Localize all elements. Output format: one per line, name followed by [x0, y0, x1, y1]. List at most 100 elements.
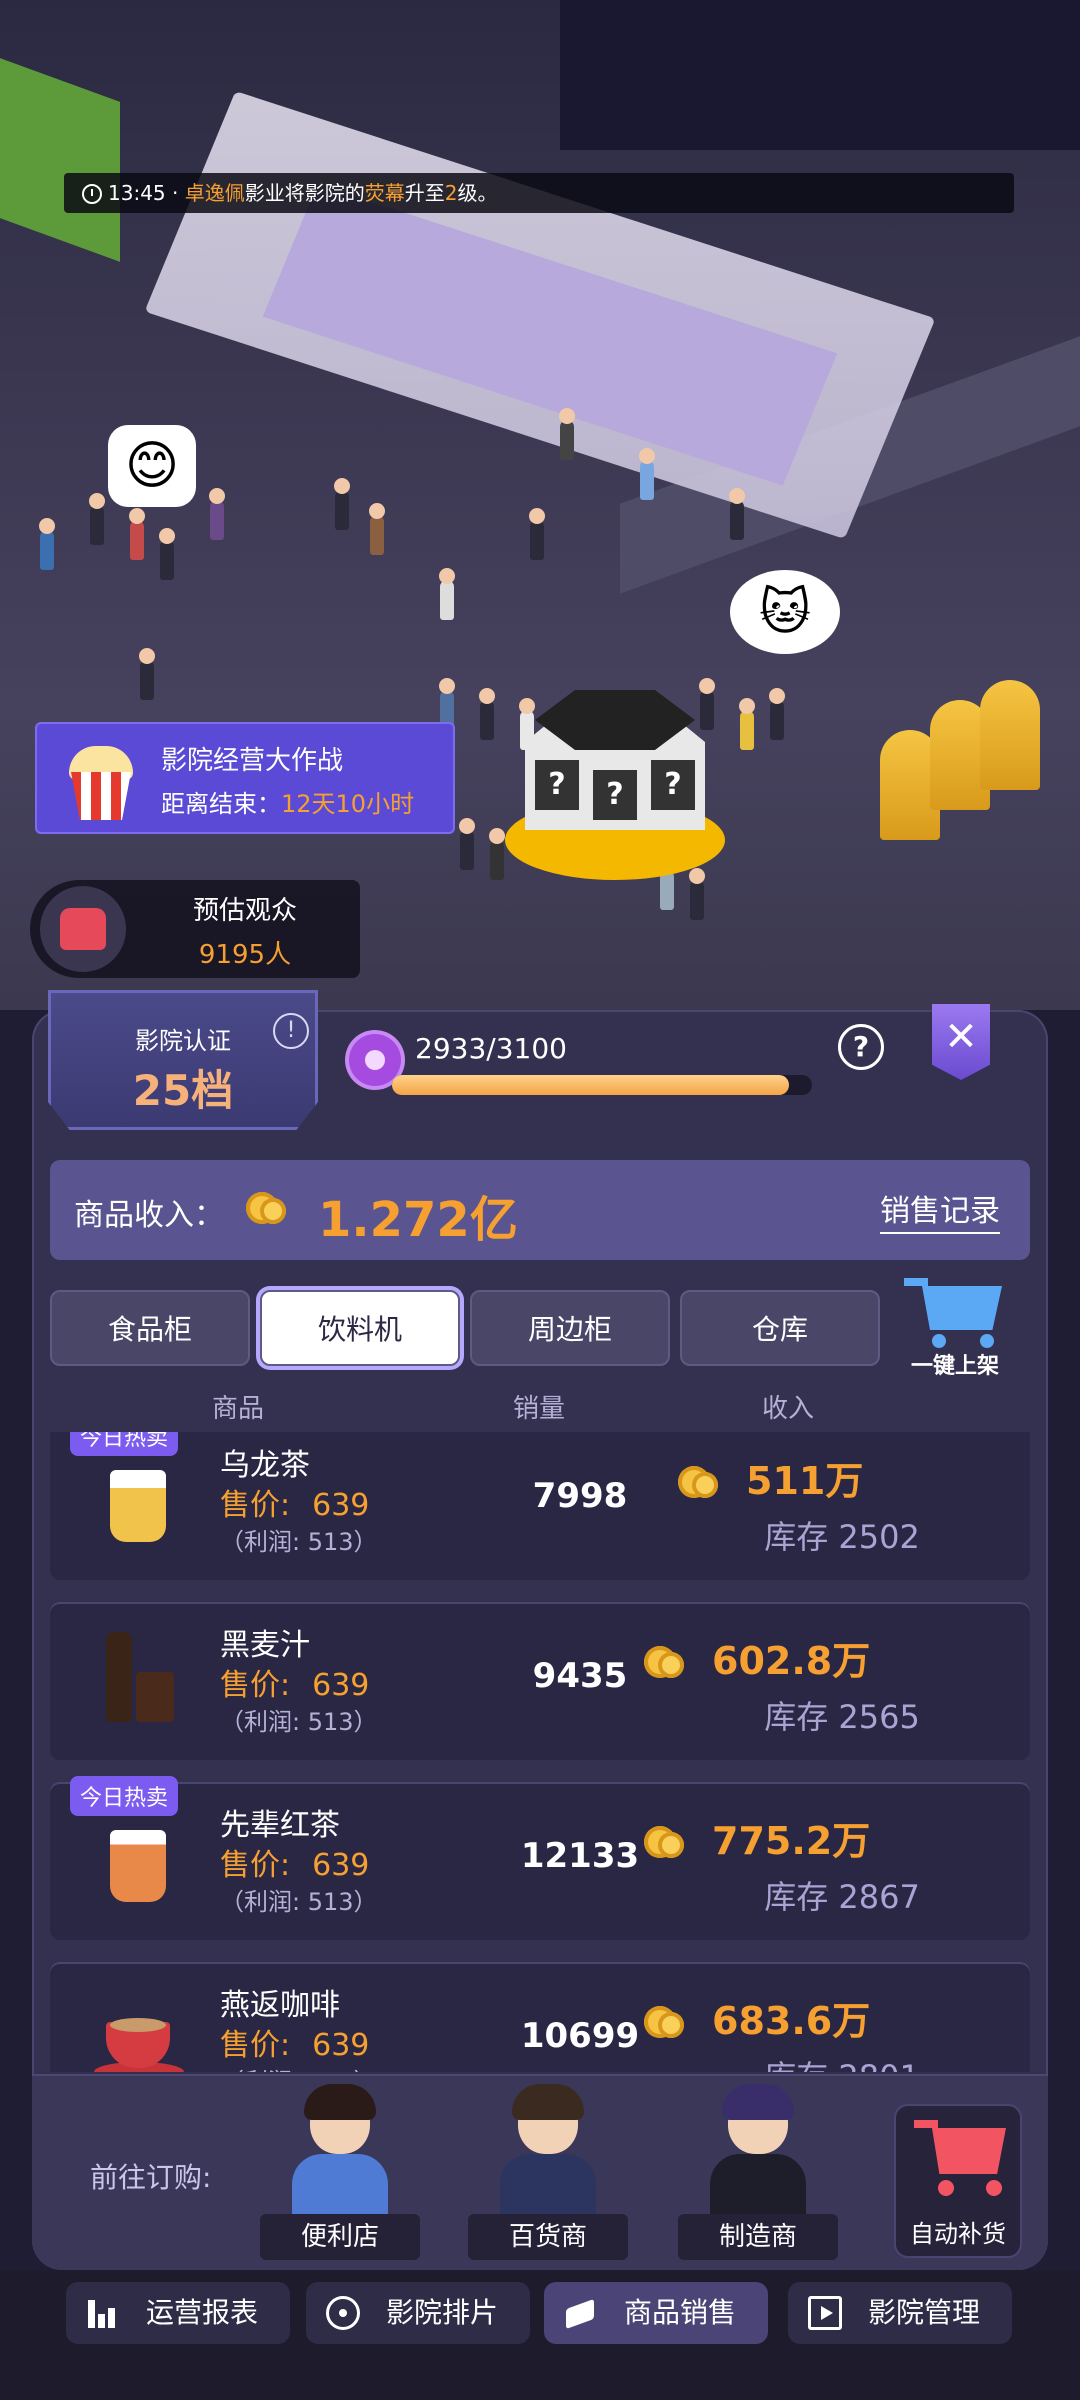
visitor[interactable] [459, 818, 475, 870]
oolong-tea-icon [88, 1452, 188, 1552]
event-card[interactable]: 影院经营大作战 距离结束：12天10小时 [35, 722, 455, 834]
goods-icon [564, 2296, 598, 2330]
product-price: 售价: 639 [220, 1480, 369, 1524]
tab-warehouse[interactable]: 仓库 [680, 1290, 880, 1366]
popcorn-icon [61, 740, 141, 820]
news-ticker: 13:45 · 卓逸佩影业将影院的荧幕升至2级。 [64, 173, 1014, 213]
hot-sale-badge: 今日热卖 [70, 1776, 179, 1816]
coin-icon [246, 1188, 302, 1234]
certification-badge[interactable]: 影院认证 25档 ! [48, 990, 318, 1130]
product-profit: （利润: 513） [220, 2062, 378, 2072]
clapper-icon [808, 2296, 842, 2330]
one-click-shelf-button[interactable]: 一键上架 [890, 1270, 1020, 1380]
tab-drink-machine[interactable]: 饮料机 [260, 1290, 460, 1366]
coffee-cup-icon [88, 1992, 188, 2072]
product-profit: （利润: 513） [220, 1528, 378, 1556]
hot-sale-badge: 今日热卖 [70, 1432, 179, 1456]
question-mark-icon: ? [535, 760, 579, 810]
visitor[interactable] [489, 828, 505, 880]
nav-cinema-schedule[interactable]: 影院排片 [306, 2282, 530, 2344]
visitor[interactable] [559, 408, 575, 460]
price-label: 售价: [220, 1488, 291, 1523]
scene-grass [0, 58, 120, 262]
price-label: 售价: [220, 1668, 291, 1703]
countdown-value: 12天10小时 [281, 790, 415, 818]
nav-operations-report[interactable]: 运营报表 [66, 2282, 290, 2344]
manufacturer-button[interactable]: 制造商 [678, 2084, 838, 2260]
column-header-income: 收入 [762, 1394, 815, 1424]
visitor[interactable] [639, 448, 655, 500]
coin-icon [678, 1462, 738, 1508]
nav-cinema-management[interactable]: 影院管理 [788, 2282, 1012, 2344]
income-value: 1.272亿 [318, 1192, 518, 1248]
npc-hair [512, 2084, 584, 2120]
visitor[interactable] [89, 493, 105, 545]
experience-text: 2933/3100 [415, 1032, 567, 1065]
visitor[interactable] [159, 528, 175, 580]
nav-goods-sales[interactable]: 商品销售 [544, 2282, 768, 2344]
tab-food-cabinet[interactable]: 食品柜 [50, 1290, 250, 1366]
cinema-scene[interactable]: ? ? ? 😊 🐱 13:45 · 卓逸佩影业将影院的荧幕升至2级。 影院经营大… [0, 0, 1080, 1010]
product-row[interactable]: 黑麦汁 售价: 639 （利润: 513） 9435 602.8万 库存 2565 [50, 1602, 1030, 1760]
visitor[interactable] [334, 478, 350, 530]
visitor[interactable] [439, 568, 455, 620]
product-list[interactable]: 今日热卖 乌龙茶 售价: 639 （利润: 513） 7998 511万 库存 2… [50, 1432, 1030, 2072]
notice-level: 2 [444, 181, 458, 205]
convenience-store-label: 便利店 [260, 2214, 420, 2260]
visitor[interactable] [729, 488, 745, 540]
product-row[interactable]: 今日热卖 先辈红茶 售价: 639 （利润: 513） 12133 775.2万 … [50, 1776, 1030, 1940]
help-icon[interactable]: ? [838, 1024, 884, 1070]
auto-restock-button[interactable]: 自动补货 [894, 2104, 1022, 2258]
info-icon[interactable]: ! [273, 1013, 309, 1049]
claw-machine[interactable] [980, 680, 1040, 790]
audience-value: 9195人 [198, 940, 292, 970]
visitor[interactable] [739, 698, 755, 750]
visitor[interactable] [769, 688, 785, 740]
coin-icon [644, 1822, 704, 1868]
certification-value: 25档 [132, 1066, 234, 1115]
product-name: 乌龙茶 [220, 1448, 310, 1483]
price-label: 售价: [220, 1848, 291, 1883]
visitor[interactable] [479, 688, 495, 740]
tab-merch-cabinet[interactable]: 周边柜 [470, 1290, 670, 1366]
npc-hair [722, 2084, 794, 2120]
visitor[interactable] [139, 648, 155, 700]
product-price: 售价: 639 [220, 1840, 369, 1884]
visitor[interactable] [39, 518, 55, 570]
nav-label: 影院排片 [386, 2296, 499, 2329]
price-value: 639 [312, 2028, 370, 2063]
price-value: 639 [312, 1488, 370, 1523]
close-icon: ✕ [944, 1014, 978, 1060]
scene-wall [560, 0, 1080, 150]
cart-icon [904, 1276, 1004, 1348]
question-mark-icon: ? [593, 770, 637, 820]
product-name: 黑麦汁 [220, 1628, 310, 1663]
one-click-shelf-label: 一键上架 [910, 1354, 999, 1379]
smile-emote-icon: 😊 [108, 425, 196, 507]
auto-restock-label: 自动补货 [910, 2220, 1006, 2248]
sales-record-link[interactable]: 销售记录 [880, 1186, 1000, 1234]
product-sales: 7998 [532, 1476, 628, 1516]
product-income: 511万 [746, 1459, 864, 1503]
mystery-box-booth[interactable]: ? ? ? [505, 690, 725, 880]
notice-company: 卓逸佩 [184, 181, 245, 205]
event-title: 影院经营大作战 [161, 746, 344, 776]
convenience-store-button[interactable]: 便利店 [260, 2084, 420, 2260]
visitor[interactable] [689, 868, 705, 920]
notice-separator: · [165, 181, 185, 205]
audience-estimate[interactable]: 预估观众 9195人 [30, 880, 360, 978]
product-row[interactable]: 燕返咖啡 售价:639 （利润: 513） 10699 683.6万 库存 28… [50, 1962, 1030, 2072]
close-button[interactable]: ✕ [932, 1004, 990, 1080]
department-store-label: 百货商 [468, 2214, 628, 2260]
visitor[interactable] [209, 488, 225, 540]
department-store-button[interactable]: 百货商 [468, 2084, 628, 2260]
product-stock: 库存 2565 [764, 1698, 920, 1736]
countdown-label: 距离结束： [161, 790, 281, 818]
product-row[interactable]: 今日热卖 乌龙茶 售价: 639 （利润: 513） 7998 511万 库存 2… [50, 1432, 1030, 1580]
visitor[interactable] [129, 508, 145, 560]
notice-text: 影业将影院的 [244, 181, 365, 205]
purchase-label: 前往订购: [90, 2161, 212, 2194]
product-stock: 库存 2801 [692, 2052, 992, 2072]
visitor[interactable] [529, 508, 545, 560]
visitor[interactable] [369, 503, 385, 555]
